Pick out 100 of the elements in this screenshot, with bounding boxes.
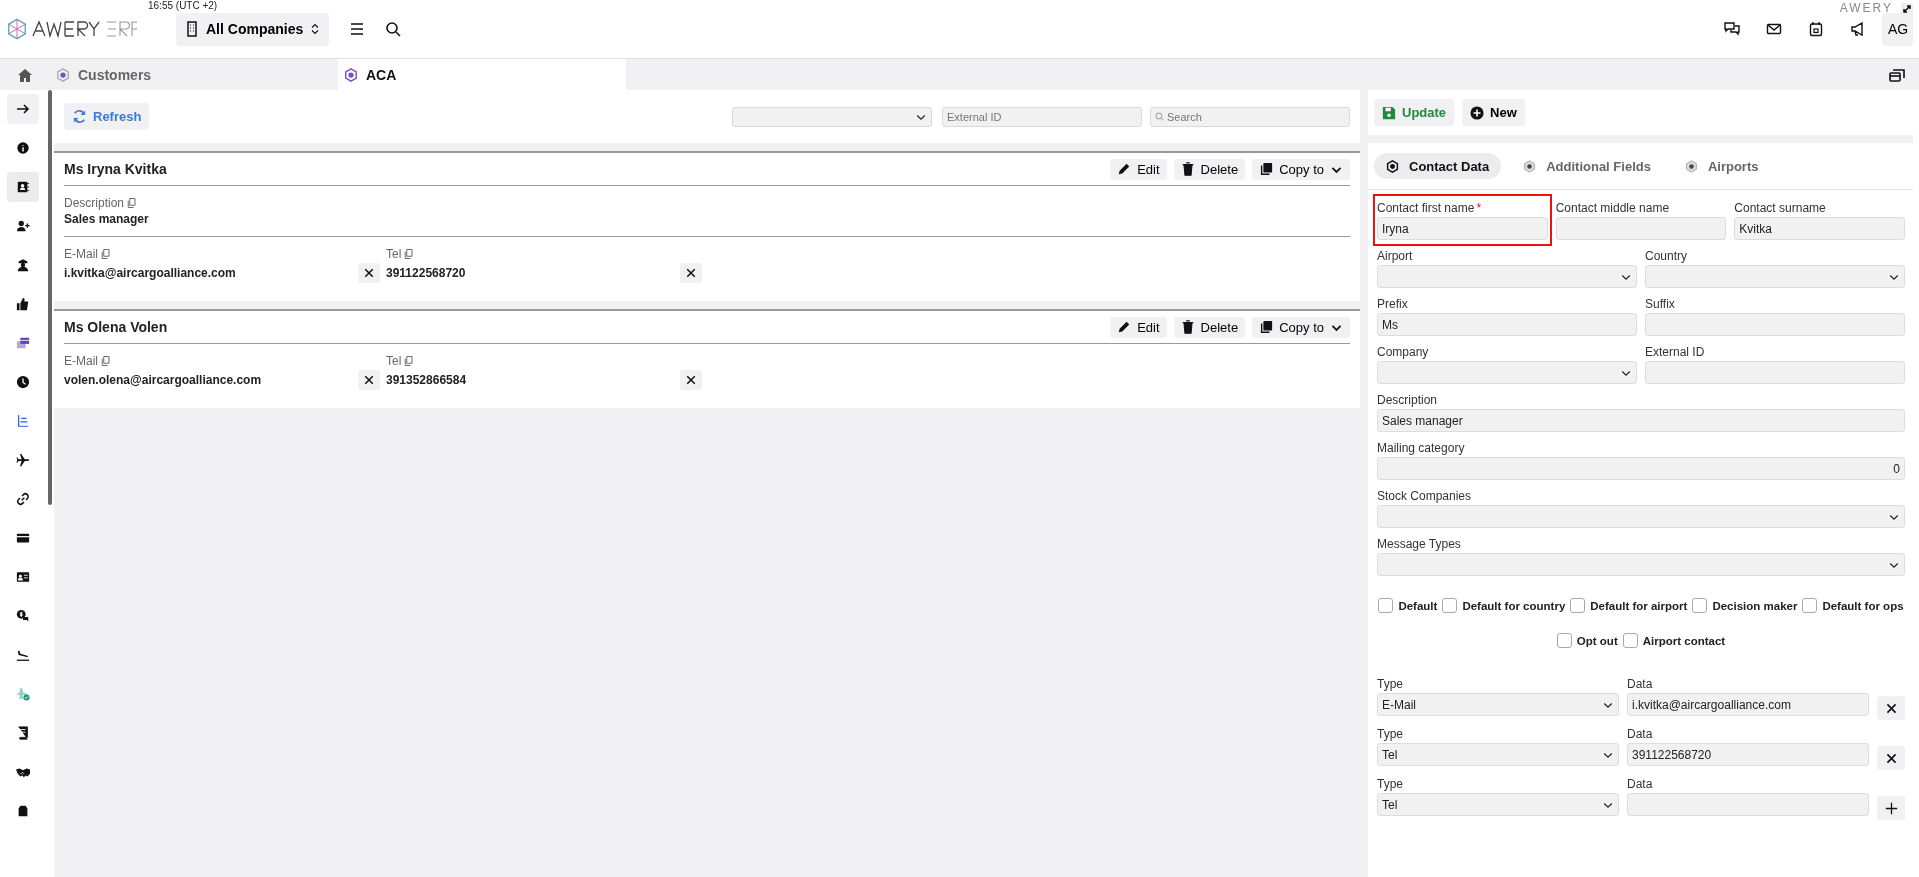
copy-icon[interactable] <box>403 355 416 367</box>
field-label: Tel <box>386 247 402 261</box>
input-field[interactable] <box>1555 217 1727 240</box>
close-icon <box>363 374 375 386</box>
checkbox[interactable] <box>1378 598 1394 613</box>
remove-button[interactable] <box>358 263 380 283</box>
input-field[interactable] <box>1645 361 1905 384</box>
user-avatar[interactable]: AG <box>1882 12 1913 46</box>
copy-to-button[interactable]: Copy to <box>1252 316 1350 338</box>
copy-to-button[interactable]: Copy to <box>1252 158 1350 180</box>
remove-button[interactable] <box>680 370 702 390</box>
copy-icon[interactable] <box>403 248 416 260</box>
search-field[interactable]: Search <box>1150 106 1350 127</box>
credit-card-icon <box>16 531 30 545</box>
dropdown-field[interactable] <box>1377 361 1637 384</box>
home-icon[interactable] <box>17 66 33 83</box>
dropdown-field[interactable] <box>1645 265 1905 288</box>
field-label: Contact middle name <box>1555 200 1670 215</box>
checkbox[interactable] <box>1570 598 1586 613</box>
dropdown-field[interactable]: E-Mail <box>1377 693 1619 716</box>
remove-button[interactable] <box>1877 746 1905 770</box>
save-icon <box>1382 105 1396 120</box>
remove-button[interactable] <box>358 370 380 390</box>
edit-button[interactable]: Edit <box>1110 158 1167 180</box>
field-label: Tel <box>386 354 402 368</box>
contact-name: Ms Iryna Kvitka <box>64 161 168 177</box>
field-label: Contact first name <box>1377 200 1475 215</box>
field-label: Country <box>1645 248 1688 263</box>
checkbox[interactable] <box>1556 633 1572 648</box>
megaphone-icon[interactable] <box>1850 21 1866 37</box>
logo-icon <box>6 18 28 40</box>
input-field[interactable]: Sales manager <box>1377 409 1905 432</box>
company-selector[interactable]: All Companies <box>176 12 330 46</box>
input-field[interactable]: Iryna <box>1377 217 1548 240</box>
remove-button[interactable] <box>1877 696 1905 720</box>
checkbox-label: Default for ops <box>1822 599 1904 612</box>
expand-icon[interactable] <box>1901 3 1913 15</box>
sidebar-item[interactable] <box>7 172 39 202</box>
field-label: Contact surname <box>1734 200 1826 215</box>
input-field[interactable]: Kvitka <box>1734 217 1905 240</box>
menu-icon[interactable] <box>349 21 366 37</box>
copy-icon <box>1259 162 1274 176</box>
checkbox[interactable] <box>1692 598 1708 613</box>
copy-icon <box>1259 320 1274 334</box>
tab[interactable]: ACA <box>338 59 626 90</box>
close-icon <box>1884 701 1898 715</box>
clock-icon <box>16 375 30 389</box>
copy-icon[interactable] <box>126 197 139 209</box>
tab[interactable]: Customers <box>50 59 338 90</box>
dropdown-field[interactable] <box>1377 553 1905 576</box>
field-value: volen.olena@aircargoalliance.com <box>64 373 262 387</box>
input-field[interactable] <box>1627 793 1869 816</box>
field-label: Type <box>1377 726 1403 741</box>
input-field[interactable]: 391122568720 <box>1627 743 1869 766</box>
tab[interactable]: Additional Fields <box>1511 153 1663 179</box>
field-label: Prefix <box>1377 296 1408 311</box>
checkbox-label: Default <box>1398 599 1438 612</box>
calendar-icon[interactable] <box>1808 21 1824 37</box>
refresh-button[interactable]: Refresh <box>64 103 150 130</box>
new-button[interactable]: New <box>1462 99 1525 126</box>
input-field[interactable]: i.kvitka@aircargoalliance.com <box>1627 693 1869 716</box>
delete-button[interactable]: Delete <box>1173 316 1246 338</box>
external-id-field[interactable]: External ID <box>942 106 1142 127</box>
remove-button[interactable] <box>680 263 702 283</box>
plane-check-icon <box>16 687 30 701</box>
checkbox[interactable] <box>1622 633 1638 648</box>
input-field[interactable]: Ms <box>1377 313 1637 336</box>
search-icon[interactable] <box>385 21 402 37</box>
chat-icon[interactable] <box>1724 21 1740 37</box>
input-field[interactable] <box>1645 313 1905 336</box>
dropdown-field[interactable]: Tel <box>1377 793 1619 816</box>
required-mark: * <box>1476 200 1482 215</box>
mail-icon[interactable] <box>1766 21 1782 37</box>
add-button[interactable] <box>1877 796 1905 820</box>
copy-icon[interactable] <box>100 355 112 367</box>
dropdown-field[interactable]: Tel <box>1377 743 1619 766</box>
copy-icon[interactable] <box>100 248 112 260</box>
checkbox-label: Default for country <box>1462 599 1566 612</box>
delete-button[interactable]: Delete <box>1173 158 1246 180</box>
checkbox[interactable] <box>1442 598 1458 613</box>
tab[interactable]: Contact Data <box>1374 153 1502 179</box>
input-field[interactable]: 0 <box>1377 457 1905 480</box>
plus-circle-icon <box>1470 105 1485 120</box>
hexagon-icon <box>1684 159 1698 173</box>
edit-icon <box>1117 162 1132 176</box>
field-label: Suffix <box>1645 296 1675 311</box>
windows-icon[interactable] <box>1889 66 1905 83</box>
hexagon-icon <box>344 67 358 82</box>
hexagon-icon <box>1386 159 1399 173</box>
dropdown-field[interactable] <box>1377 265 1637 288</box>
tab[interactable]: Airports <box>1672 153 1771 179</box>
hexagon-icon <box>1523 159 1537 173</box>
plus-icon <box>1884 801 1898 815</box>
checkbox[interactable] <box>1802 598 1818 613</box>
edit-button[interactable]: Edit <box>1110 316 1167 338</box>
field-label: E-Mail <box>64 247 98 261</box>
update-button[interactable]: Update <box>1374 99 1455 126</box>
hexagon-icon <box>56 67 70 82</box>
dropdown-field[interactable] <box>1377 505 1905 528</box>
field-label: Description <box>1377 392 1438 407</box>
